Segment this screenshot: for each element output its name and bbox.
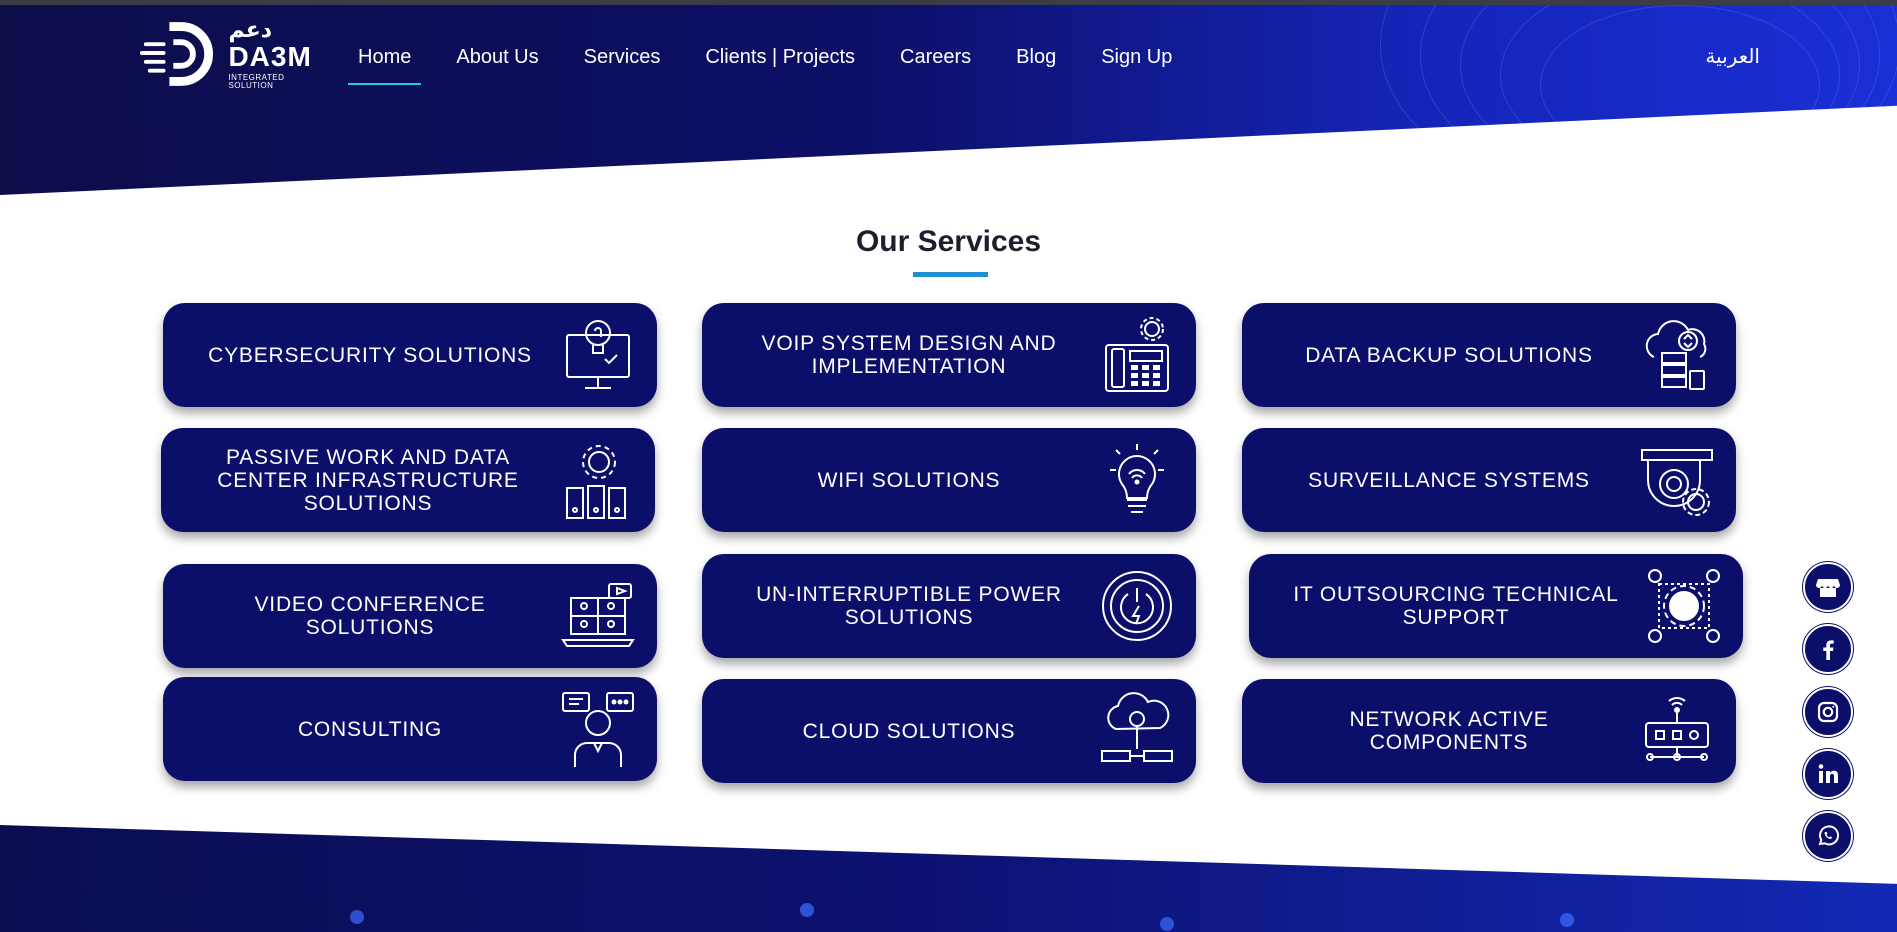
service-label: WIFI SOLUTIONS — [817, 468, 1001, 492]
service-card-surveillance[interactable]: SURVEILLANCE SYSTEMS — [1242, 428, 1736, 532]
instagram-icon — [1817, 701, 1839, 723]
linkedin-button[interactable] — [1803, 749, 1853, 799]
whatsapp-button[interactable] — [1803, 811, 1853, 861]
wifi-bulb-icon — [1100, 440, 1174, 520]
footer-background — [0, 825, 1897, 932]
service-label: VOIP SYSTEM DESIGN AND IMPLEMENTATION — [761, 332, 1057, 378]
nav-home[interactable]: Home — [347, 46, 422, 85]
service-card-cybersecurity[interactable]: CYBERSECURITY SOLUTIONS — [163, 303, 657, 407]
services-title: Our Services — [855, 225, 1042, 258]
consultant-icon — [561, 689, 635, 769]
laptop-conference-icon — [561, 576, 635, 656]
camera-gear-icon — [1640, 440, 1714, 520]
service-card-video-conference[interactable]: VIDEO CONFERENCE SOLUTIONS — [163, 564, 657, 668]
instagram-button[interactable] — [1803, 687, 1853, 737]
brand-logo[interactable]: دعم DA3M INTEGRATED SOLUTION — [140, 18, 330, 90]
server-gear-icon — [559, 440, 633, 520]
facebook-icon — [1823, 640, 1834, 660]
language-switch[interactable]: العربية — [1705, 44, 1760, 68]
service-label: VIDEO CONFERENCE SOLUTIONS — [254, 593, 486, 639]
service-label: CLOUD SOLUTIONS — [802, 719, 1016, 743]
brand-tagline: INTEGRATED SOLUTION — [228, 72, 285, 90]
service-label: DATA BACKUP SOLUTIONS — [1305, 343, 1593, 367]
whatsapp-icon — [1818, 825, 1839, 846]
brand-name: DA3M — [228, 40, 312, 72]
store-button[interactable] — [1803, 562, 1853, 612]
nav-clients-projects[interactable]: Clients | Projects — [705, 46, 855, 69]
service-label: IT OUTSOURCING TECHNICAL SUPPORT — [1293, 583, 1619, 629]
service-card-cloud[interactable]: CLOUD SOLUTIONS — [702, 679, 1196, 783]
service-card-wifi[interactable]: WIFI SOLUTIONS — [702, 428, 1196, 532]
network-router-icon — [1640, 691, 1714, 771]
cloud-backup-icon — [1640, 315, 1714, 395]
service-card-network-active[interactable]: NETWORK ACTIVE COMPONENTS — [1242, 679, 1736, 783]
service-card-data-backup[interactable]: DATA BACKUP SOLUTIONS — [1242, 303, 1736, 407]
service-card-consulting[interactable]: CONSULTING — [163, 677, 657, 781]
service-label: UN-INTERRUPTIBLE POWER SOLUTIONS — [756, 583, 1062, 629]
globe-gear-users-icon — [1647, 566, 1721, 646]
voip-phone-icon — [1100, 315, 1174, 395]
service-card-passive-work[interactable]: PASSIVE WORK AND DATA CENTER INFRASTRUCT… — [161, 428, 655, 532]
service-card-voip[interactable]: VOIP SYSTEM DESIGN AND IMPLEMENTATION — [702, 303, 1196, 407]
facebook-button[interactable] — [1803, 624, 1853, 674]
service-label: CYBERSECURITY SOLUTIONS — [208, 343, 532, 367]
linkedin-icon — [1818, 764, 1838, 783]
service-card-ups[interactable]: UN-INTERRUPTIBLE POWER SOLUTIONS — [702, 554, 1196, 658]
logo-mark-icon — [140, 22, 214, 86]
nav-blog[interactable]: Blog — [1016, 46, 1056, 69]
service-label: SURVEILLANCE SYSTEMS — [1308, 468, 1590, 492]
monitor-lightbulb-icon — [561, 315, 635, 395]
title-underline — [913, 272, 988, 277]
nav-sign-up[interactable]: Sign Up — [1101, 46, 1172, 69]
service-card-it-outsourcing[interactable]: IT OUTSOURCING TECHNICAL SUPPORT — [1249, 554, 1743, 658]
service-label: NETWORK ACTIVE COMPONENTS — [1349, 708, 1549, 754]
browser-top-strip — [0, 0, 1897, 5]
brand-name-arabic: دعم — [228, 16, 273, 42]
store-icon — [1816, 579, 1840, 597]
nav-about-us[interactable]: About Us — [456, 46, 538, 69]
main-nav: Home About Us Services Clients | Project… — [347, 42, 1217, 85]
service-label: PASSIVE WORK AND DATA CENTER INFRASTRUCT… — [217, 445, 519, 515]
power-icon — [1100, 566, 1174, 646]
nav-services[interactable]: Services — [584, 46, 661, 69]
cloud-network-icon — [1100, 691, 1174, 771]
nav-careers[interactable]: Careers — [900, 46, 971, 69]
service-label: CONSULTING — [297, 717, 443, 741]
